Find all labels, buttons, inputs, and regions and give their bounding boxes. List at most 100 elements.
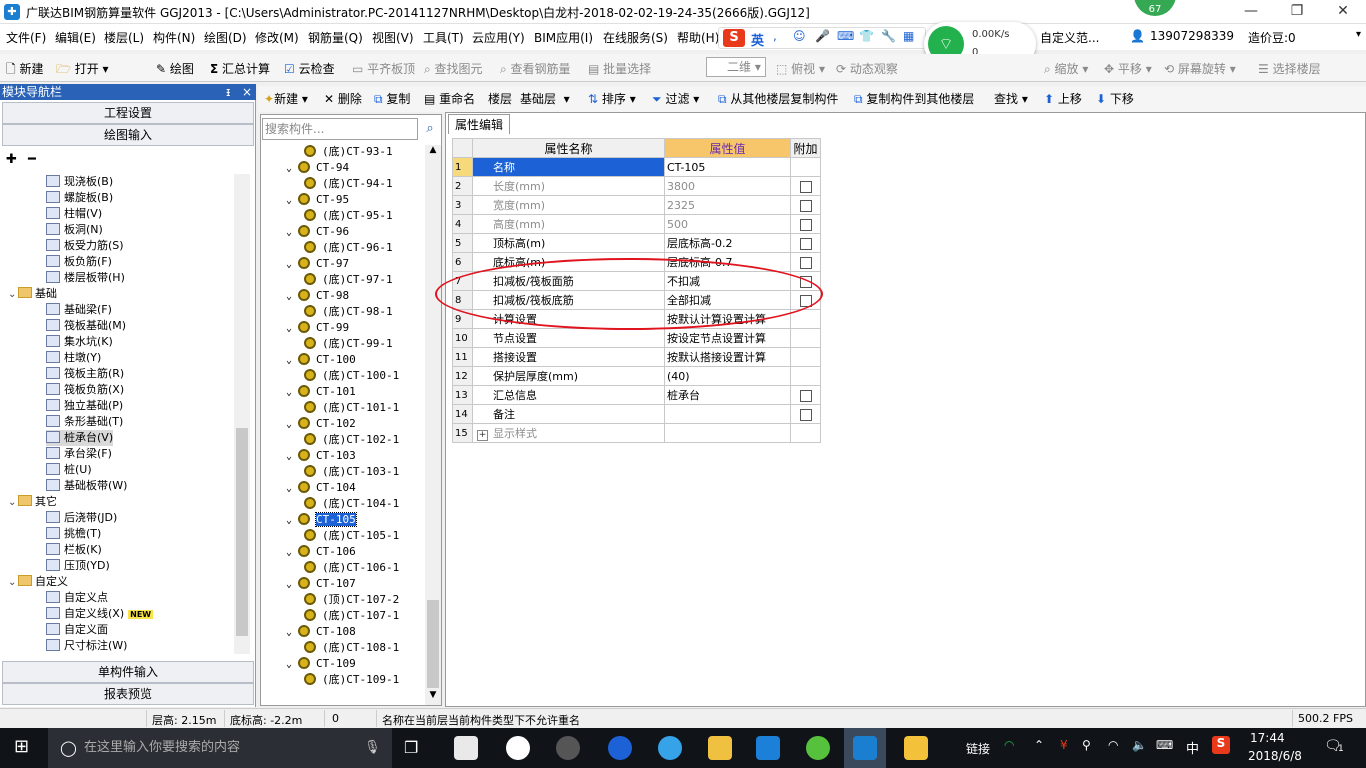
tree-item[interactable]: 自定义线(X) NEW	[46, 606, 154, 622]
component-item[interactable]: ⌄ CT-106	[286, 544, 356, 560]
sub-component-item[interactable]: (底)CT-105-1	[304, 528, 399, 544]
network-tray-icon[interactable]: ◠	[1108, 738, 1118, 752]
sub-component-item[interactable]: (底)CT-94-1	[304, 176, 393, 192]
draw-input-button[interactable]: 绘图输入	[2, 124, 254, 146]
element-list-scrollbar[interactable]: ▲ ▼	[425, 145, 441, 705]
expand-icon[interactable]: ⌄	[8, 575, 18, 591]
component-item[interactable]: ⌄ CT-104	[286, 480, 356, 496]
sub-component-item[interactable]: (底)CT-104-1	[304, 496, 399, 512]
tree-scrollbar[interactable]	[234, 174, 250, 654]
restore-button[interactable]: ❐	[1274, 0, 1320, 24]
property-value[interactable]	[664, 404, 791, 424]
menu-element[interactable]: 构件(N)	[153, 29, 195, 46]
sub-component-item[interactable]: (底)CT-109-1	[304, 672, 399, 688]
ime-tray[interactable]: 中	[1186, 738, 1199, 757]
tree-item[interactable]: 压顶(YD)	[46, 558, 110, 574]
sogou-tray-icon[interactable]: S	[1212, 736, 1230, 754]
view-rebar-button[interactable]: ⌕ 查看钢筋量	[500, 60, 571, 77]
property-row[interactable]: 10 节点设置 按设定节点设置计算	[452, 328, 821, 348]
view-mode-select[interactable]: 二维 ▾	[706, 57, 766, 77]
add-checkbox[interactable]	[799, 256, 812, 269]
tree-item[interactable]: 尺寸标注(W)	[46, 638, 127, 654]
file-explorer-icon[interactable]	[708, 736, 732, 760]
grid-icon[interactable]: ▦	[903, 29, 914, 43]
tree-item[interactable]: 条形基础(T)	[46, 414, 123, 430]
menu-file[interactable]: 文件(F)	[6, 29, 46, 46]
tree-item[interactable]: 自定义面	[46, 622, 108, 638]
tree-item[interactable]: 楼层板带(H)	[46, 270, 125, 286]
fan-app-icon[interactable]	[454, 736, 478, 760]
tree-item[interactable]: 基础梁(F)	[46, 302, 112, 318]
sub-component-item[interactable]: (底)CT-99-1	[304, 336, 393, 352]
expand-icon[interactable]: ⌄	[286, 579, 298, 590]
component-item[interactable]: ⌄ CT-109	[286, 656, 356, 672]
property-value[interactable]: 按设定节点设置计算	[664, 328, 791, 348]
scroll-down-icon[interactable]: ▼	[426, 690, 440, 704]
select-floor-button[interactable]: ☰ 选择楼层	[1258, 60, 1321, 77]
property-row[interactable]: 4 高度(mm) 500	[452, 214, 821, 234]
expand-icon[interactable]: ⌄	[286, 291, 298, 302]
punct-icon[interactable]: ,	[773, 29, 777, 43]
property-value[interactable]: CT-105	[664, 157, 791, 177]
mic-icon[interactable]: 🎤	[815, 29, 830, 43]
expand-icon[interactable]: ⌄	[286, 163, 298, 174]
tree-item[interactable]: ⌄ 基础	[8, 286, 57, 302]
yen-tray-icon[interactable]: ¥	[1060, 738, 1068, 752]
top-view-button[interactable]: ⬚ 俯视 ▾	[776, 60, 825, 77]
add-checkbox[interactable]	[799, 408, 812, 421]
property-row[interactable]: 1 名称 CT-105	[452, 157, 821, 177]
expand-icon[interactable]: ⌄	[286, 659, 298, 670]
expand-icon[interactable]: ⌄	[286, 515, 298, 526]
menu-cloud[interactable]: 云应用(Y)	[472, 29, 525, 46]
property-row[interactable]: 5 顶标高(m) 层底标高-0.2	[452, 233, 821, 253]
glodon-g-icon[interactable]	[756, 736, 780, 760]
tree-item[interactable]: ⌄ 自定义	[8, 574, 68, 590]
property-value[interactable]: 桩承台	[664, 385, 791, 405]
expand-icon[interactable]: ⌄	[8, 287, 18, 303]
draw-button[interactable]: ✎ 绘图	[156, 60, 194, 77]
batch-select-button[interactable]: ▤ 批量选择	[588, 60, 651, 77]
sort-button[interactable]: ⇅ 排序 ▾	[588, 90, 636, 107]
pin-icon[interactable]: ᵻ	[226, 84, 230, 100]
tree-item[interactable]: 基础板带(W)	[46, 478, 127, 494]
menu-tools[interactable]: 工具(T)	[423, 29, 464, 46]
add-checkbox[interactable]	[799, 180, 812, 193]
component-item[interactable]: ⌄ CT-108	[286, 624, 356, 640]
dropdown-arrow-icon[interactable]: ▾	[1356, 29, 1361, 40]
sum-calc-button[interactable]: Σ 汇总计算	[210, 60, 270, 77]
property-row[interactable]: 15 + 显示样式	[452, 423, 821, 443]
mic-icon[interactable]: 🎙	[364, 728, 381, 768]
tree-item[interactable]: 自定义点	[46, 590, 108, 606]
rename-button[interactable]: ▤ 重命名	[424, 90, 475, 107]
collapse-all-icon[interactable]: ━	[28, 152, 36, 167]
task-view-icon[interactable]: ❐	[404, 738, 418, 757]
search-icon[interactable]: ⌕	[420, 118, 440, 140]
component-item[interactable]: ⌄ CT-98	[286, 288, 349, 304]
sub-component-item[interactable]: (底)CT-95-1	[304, 208, 393, 224]
report-preview-button[interactable]: 报表预览	[2, 683, 254, 705]
menu-modify[interactable]: 修改(M)	[255, 29, 299, 46]
add-checkbox[interactable]	[799, 237, 812, 250]
property-value[interactable]: 2325	[664, 195, 791, 215]
open-file-button[interactable]: 🗁 打开 ▾	[56, 60, 109, 81]
sogou-logo-icon[interactable]: S	[723, 29, 745, 47]
sub-component-item[interactable]: (底)CT-108-1	[304, 640, 399, 656]
property-row[interactable]: 12 保护层厚度(mm) (40)	[452, 366, 821, 386]
rotate-screen-button[interactable]: ⟲ 屏幕旋转 ▾	[1164, 60, 1236, 77]
tree-item[interactable]: 承台梁(F)	[46, 446, 112, 462]
wifi-tray-icon[interactable]: ◠	[1004, 738, 1014, 752]
tree-item[interactable]: 桩承台(V)	[46, 430, 114, 446]
ie-blue-icon[interactable]	[658, 736, 682, 760]
filter-button[interactable]: ⏷ 过滤 ▾	[652, 90, 699, 107]
property-row[interactable]: 11 搭接设置 按默认搭接设置计算	[452, 347, 821, 367]
sub-component-item[interactable]: (底)CT-107-1	[304, 608, 399, 624]
copy-button[interactable]: ⧉ 复制	[374, 90, 410, 107]
ime-lang[interactable]: 英	[751, 30, 764, 49]
sub-component-item[interactable]: (顶)CT-107-2	[304, 592, 399, 608]
taskbar-link[interactable]: 链接	[966, 740, 990, 757]
scroll-up-icon[interactable]: ▲	[426, 145, 440, 159]
component-item[interactable]: ⌄ CT-101	[286, 384, 356, 400]
score-badge[interactable]: 67	[1132, 0, 1178, 18]
green-app-icon[interactable]	[806, 736, 830, 760]
floor-select[interactable]: 基础层 ▾	[520, 90, 570, 107]
